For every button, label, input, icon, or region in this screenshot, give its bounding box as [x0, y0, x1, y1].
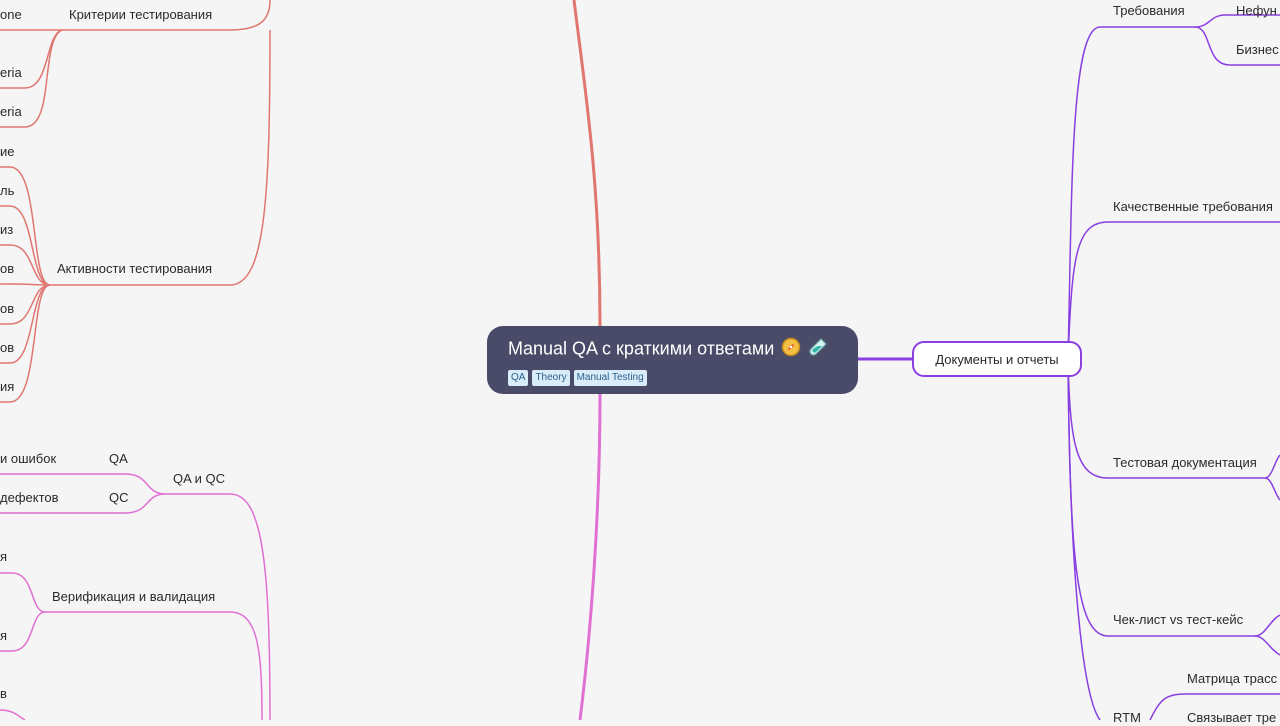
node-verification-validation[interactable]: Верификация и валидация: [52, 589, 215, 605]
root-title-text: Manual QA с краткими ответами: [508, 338, 775, 359]
node-activity-3[interactable]: из: [0, 222, 13, 238]
connector-root-bottom: [578, 393, 602, 720]
node-criteria-child-2[interactable]: eria: [0, 65, 22, 81]
connector-quality: [1067, 221, 1280, 360]
node-checklist-vs-testcase[interactable]: Чек-лист vs тест-кейс: [1113, 612, 1243, 628]
connector-root-top: [572, 0, 602, 327]
node-documents-reports[interactable]: Документы и отчеты: [912, 341, 1082, 377]
root-node[interactable]: Manual QA с краткими ответами QA Theory …: [487, 326, 858, 394]
node-qa[interactable]: QA: [109, 451, 128, 467]
node-req-business[interactable]: Бизнес: [1236, 42, 1279, 58]
connector-verification: [45, 611, 263, 720]
node-qc[interactable]: QC: [109, 490, 129, 506]
tag-theory[interactable]: Theory: [532, 370, 570, 386]
node-rtm-matrix[interactable]: Матрица трасс: [1187, 671, 1277, 687]
node-vv-child-1[interactable]: я: [0, 549, 7, 565]
node-activity-1[interactable]: ие: [0, 144, 15, 160]
compass-icon: [781, 337, 801, 362]
node-rtm[interactable]: RTM: [1113, 710, 1141, 726]
connector-activities: [50, 29, 271, 286]
connector-checklist-out1: [1254, 614, 1280, 637]
node-rtm-links[interactable]: Связывает тре: [1187, 710, 1276, 726]
connector-checklist-out2: [1254, 635, 1280, 656]
node-qc-desc[interactable]: дефектов: [0, 490, 59, 506]
connector-testdoc-out2: [1264, 477, 1280, 501]
connector-checklist: [1067, 358, 1255, 637]
root-title: Manual QA с краткими ответами: [508, 337, 858, 362]
node-activity-6[interactable]: ов: [0, 340, 14, 356]
connector-requirements: [1067, 26, 1195, 360]
node-vv-child-2[interactable]: я: [0, 628, 7, 644]
node-criteria-child-1[interactable]: one: [0, 7, 22, 23]
node-requirements[interactable]: Требования: [1113, 3, 1185, 19]
connector-act-4: [0, 283, 51, 286]
node-activity-7[interactable]: ия: [0, 379, 14, 395]
node-test-activities[interactable]: Активности тестирования: [57, 261, 212, 277]
connector-testdoc-out1: [1264, 454, 1280, 479]
connector-bottom-frag: [0, 709, 26, 720]
node-bottom-fragment[interactable]: в: [0, 686, 7, 702]
node-qa-qc[interactable]: QA и QC: [173, 471, 225, 487]
node-req-nonfunctional[interactable]: Нефун: [1236, 3, 1277, 19]
node-test-documentation[interactable]: Тестовая документация: [1113, 455, 1257, 471]
node-activity-2[interactable]: ль: [0, 183, 14, 199]
root-tags: QA Theory Manual Testing: [508, 370, 858, 386]
tag-qa[interactable]: QA: [508, 370, 529, 386]
node-quality-requirements[interactable]: Качественные требования: [1113, 199, 1273, 215]
node-criteria-child-3[interactable]: eria: [0, 104, 22, 120]
test-tube-icon: [808, 337, 828, 362]
connector-rtm: [1067, 358, 1101, 720]
connector-vv-1: [0, 572, 46, 613]
node-qa-desc[interactable]: и ошибок: [0, 451, 56, 467]
connector-qa-qc: [165, 493, 271, 720]
node-activity-5[interactable]: ов: [0, 301, 14, 317]
node-activity-4[interactable]: ов: [0, 261, 14, 277]
node-test-criteria[interactable]: Критерии тестирования: [69, 7, 212, 23]
tag-manual-testing[interactable]: Manual Testing: [573, 370, 647, 386]
